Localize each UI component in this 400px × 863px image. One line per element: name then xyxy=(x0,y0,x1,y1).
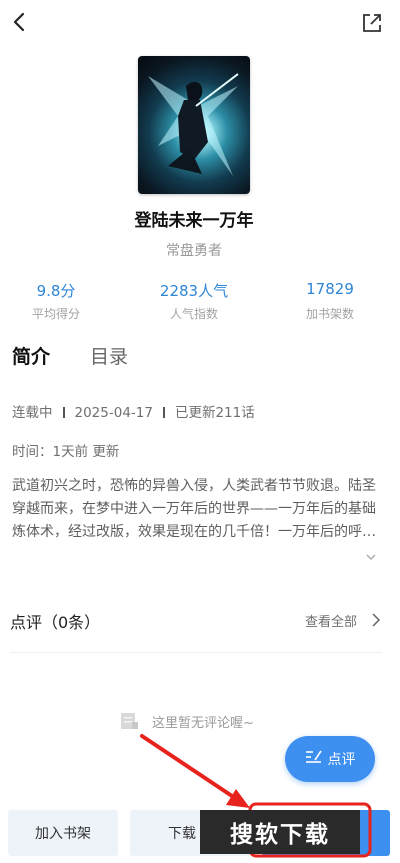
write-review-button[interactable]: 点评 xyxy=(285,736,375,782)
update-time: 时间：1天前 更新 xyxy=(12,444,120,460)
book-meta: 连载中 2025-04-17 已更新211话 xyxy=(12,401,255,421)
status-text: 连载中 xyxy=(12,405,53,421)
update-count-text: 已更新211话 xyxy=(174,405,255,421)
stat-shelf-label: 加书架数 xyxy=(305,307,354,321)
stat-shelf-value: 17829 xyxy=(306,280,354,298)
stat-popularity-value: 2283人气 xyxy=(159,282,229,300)
divider xyxy=(10,652,382,653)
chevron-right-icon[interactable] xyxy=(371,612,381,627)
book-title: 登陆未来一万年 xyxy=(134,211,254,231)
view-all-link[interactable]: 查看全部 xyxy=(305,611,357,630)
book-cover[interactable] xyxy=(138,56,250,194)
meta-separator xyxy=(62,407,65,418)
date-text: 2025-04-17 xyxy=(74,405,153,421)
reviews-title: 点评（0条） xyxy=(10,613,101,632)
stat-rating-label: 平均得分 xyxy=(31,307,80,321)
write-review-icon xyxy=(305,750,323,768)
tab-catalog[interactable]: 目录 xyxy=(90,342,128,369)
back-icon[interactable] xyxy=(8,10,32,34)
meta-separator xyxy=(162,407,165,418)
empty-comment-icon xyxy=(118,710,140,732)
tab-intro[interactable]: 简介 xyxy=(12,342,50,369)
stat-popularity-label: 人气指数 xyxy=(169,307,218,321)
book-author[interactable]: 常盘勇者 xyxy=(0,240,388,260)
empty-reviews-text: 这里暂无评论喔~ xyxy=(152,716,254,731)
share-icon[interactable] xyxy=(361,12,383,34)
book-description[interactable]: 武道初兴之时，恐怖的异兽入侵，人类武者节节败退。陆圣穿越而来，在梦中进入一万年后… xyxy=(12,475,380,544)
description-text: 武道初兴之时，恐怖的异兽入侵，人类武者节节败退。陆圣穿越而来，在梦中进入一万年后… xyxy=(12,478,376,540)
expand-chevron-icon[interactable] xyxy=(365,548,377,560)
stat-rating-value: 9.8分 xyxy=(36,282,76,300)
watermark: 搜软下载 xyxy=(200,810,360,854)
write-review-label: 点评 xyxy=(327,752,356,768)
add-to-shelf-button[interactable]: 加入书架 xyxy=(8,810,118,856)
